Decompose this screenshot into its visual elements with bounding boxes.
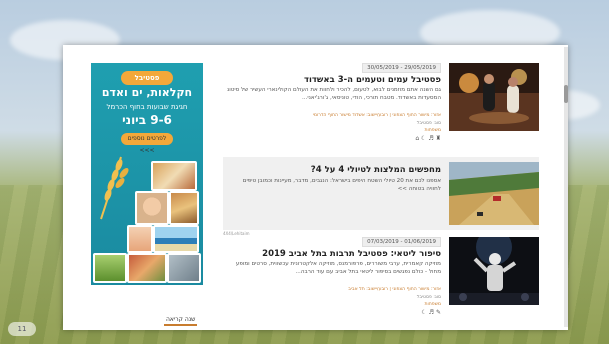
ad-photo-fish	[167, 253, 201, 283]
article-thumbnail[interactable]	[449, 237, 539, 305]
ad-photo-food	[151, 161, 197, 191]
article-title[interactable]: סיפור ליטאי: פסטיבל תרבות בתל אביב 2019	[227, 249, 441, 259]
scrollbar-thumb[interactable]	[564, 85, 568, 103]
wheat-icon	[100, 156, 129, 220]
article-description: מוזיקה קאמרית, ערבי משוררים, פרפורמנס, מ…	[235, 261, 441, 275]
page-number-badge[interactable]: 11	[8, 322, 36, 336]
article-type-meta: סוג: פסטיבל	[416, 295, 441, 300]
ad-badge: פסטיבל	[121, 71, 173, 85]
ad-photo-market	[127, 253, 167, 283]
article-thumbnail[interactable]	[449, 162, 539, 225]
article-title[interactable]: פסטיבל עמים וטעמים ה-3 באשדוד	[227, 75, 441, 85]
article-description: אספנו לכם את 20 טיולי השטח היפים בישראל:…	[242, 178, 441, 192]
article-feature-icons: ♜ ♬ ☾ ⌂	[415, 135, 441, 142]
year-tab[interactable]: שנה קריאה	[164, 316, 198, 326]
ad-subtitle: חגיגת שבועות בחוף הכרמל	[106, 103, 188, 111]
offroad-photo	[449, 162, 539, 225]
ad-photo-field	[93, 253, 127, 283]
sponsor-credit: 4X4\Lehitaim	[223, 231, 250, 236]
ad-photo-sea	[153, 225, 199, 253]
article-location-meta: אזור: מישור החוף הצפוני | רובע/יישוב: תל…	[348, 287, 441, 292]
article-description: גם השנה אתם מוזמנים לבוא, לטעום, להכיר ו…	[227, 87, 441, 101]
featured-article-card[interactable]: מחפשים המלצות לטיולי 4 על 4? אספנו לכם א…	[223, 157, 539, 230]
ad-photo-baby	[135, 191, 169, 225]
concert-photo	[449, 237, 539, 305]
content-panel: פסטיבל חקלאות, ים ואדם חגיגת שבועות בחוף…	[63, 45, 568, 330]
article-location-meta: אזור: מישור החוף הצפוני | רובע/יישוב: אש…	[312, 113, 441, 118]
article-feature-icons: ✎ ♬ ☾	[421, 309, 441, 316]
article-type-meta: סוג: פסטיבל	[416, 121, 441, 126]
article-audience-meta: משפחות	[424, 128, 441, 133]
restaurant-photo	[449, 63, 539, 131]
ad-dates: 9-6 ביוני	[122, 113, 172, 127]
event-date-range: 07/03/2019 - 01/06/2019	[362, 237, 441, 247]
article-audience-meta: משפחות	[424, 302, 441, 307]
article-thumbnail[interactable]	[449, 63, 539, 131]
ad-photo-bread	[169, 191, 199, 225]
article-title[interactable]: מחפשים המלצות לטיולי 4 על 4?	[227, 165, 441, 175]
festival-ad-banner[interactable]: פסטיבל חקלאות, ים ואדם חגיגת שבועות בחוף…	[91, 63, 203, 285]
ad-cta-button[interactable]: לפרטים נוספים >>>	[121, 133, 173, 154]
article-card[interactable]: 07/03/2019 - 01/06/2019 סיפור ליטאי: פסט…	[223, 237, 539, 317]
article-card[interactable]: 30/05/2019 - 29/05/2019 פסטיבל עמים וטעמ…	[223, 63, 539, 143]
vertical-scrollbar[interactable]	[564, 47, 568, 327]
ad-photo-child	[127, 225, 153, 253]
event-date-range: 30/05/2019 - 29/05/2019	[362, 63, 441, 73]
ad-title: חקלאות, ים ואדם	[101, 86, 193, 99]
